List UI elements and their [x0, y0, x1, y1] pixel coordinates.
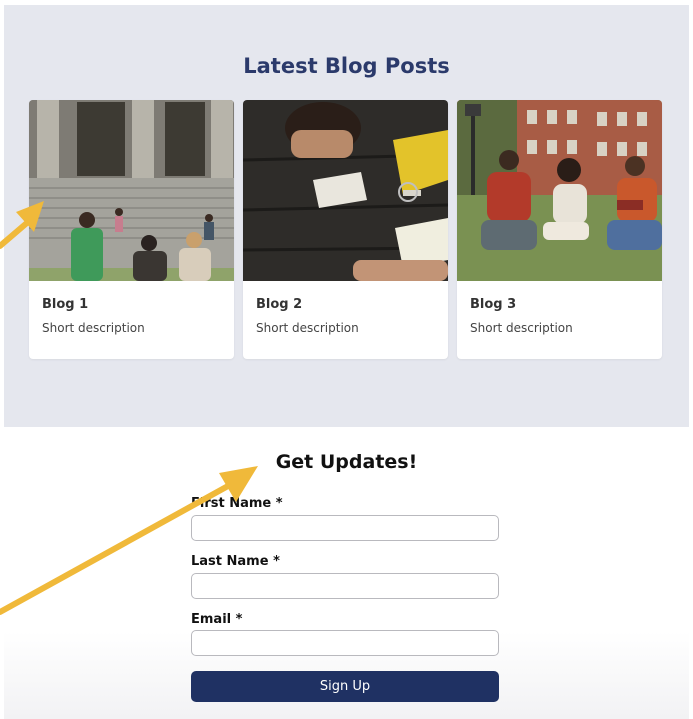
blog-3-image: [457, 100, 662, 281]
last-name-field[interactable]: [191, 573, 499, 599]
blog-3-title[interactable]: Blog 3: [470, 297, 516, 312]
blog-1-title[interactable]: Blog 1: [42, 297, 88, 312]
page: Latest Blog Posts Blog 1 Short descripti…: [0, 0, 693, 719]
email-label: Email *: [191, 612, 243, 627]
blog-2-image: [243, 100, 448, 281]
blog-1-description: Short description: [42, 321, 145, 335]
blog-card-2[interactable]: Blog 2 Short description: [243, 100, 448, 359]
get-updates-section: Get Updates! First Name * Last Name * Em…: [4, 427, 689, 719]
first-name-field[interactable]: [191, 515, 499, 541]
sign-up-button[interactable]: Sign Up: [191, 671, 499, 702]
signup-title: Get Updates!: [275, 451, 418, 473]
blog-card-1[interactable]: Blog 1 Short description: [29, 100, 234, 359]
email-field[interactable]: [191, 630, 499, 656]
latest-blog-posts-section: Latest Blog Posts Blog 1 Short descripti…: [4, 5, 689, 427]
blog-2-title[interactable]: Blog 2: [256, 297, 302, 312]
first-name-label: First Name *: [191, 496, 283, 511]
blog-card-3[interactable]: Blog 3 Short description: [457, 100, 662, 359]
blog-3-description: Short description: [470, 321, 573, 335]
last-name-label: Last Name *: [191, 554, 280, 569]
blog-section-heading: Latest Blog Posts: [243, 54, 450, 78]
blog-1-image: [29, 100, 234, 281]
blog-2-description: Short description: [256, 321, 359, 335]
